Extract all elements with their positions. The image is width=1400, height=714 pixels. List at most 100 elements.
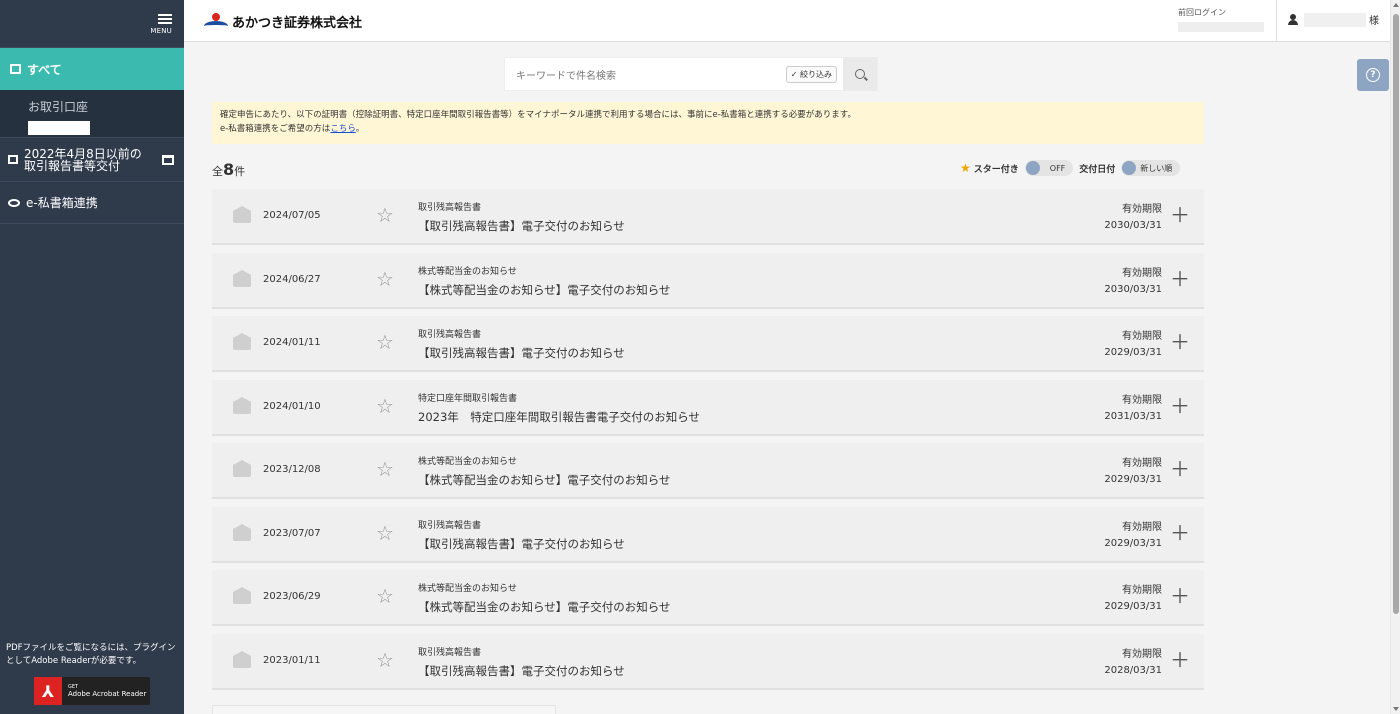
list-controls: ★ スター付き OFF 交付日付 新しい順: [960, 160, 1186, 176]
document-row[interactable]: 2024/07/05 ☆ 取引残高報告書 【取引残高報告書】電子交付のお知らせ …: [212, 189, 1204, 245]
document-row[interactable]: 2023/06/29 ☆ 株式等配当金のお知らせ 【株式等配当金のお知らせ】電子…: [212, 570, 1204, 626]
search-icon: [855, 69, 865, 79]
document-row[interactable]: 2024/01/11 ☆ 取引残高報告書 【取引残高報告書】電子交付のお知らせ …: [212, 316, 1204, 372]
document-row[interactable]: 2024/01/10 ☆ 特定口座年間取引報告書 2023年 特定口座年間取引報…: [212, 379, 1204, 436]
envelope-icon: [233, 587, 251, 604]
notice-line1: 確定申告にあたり、以下の証明書（控除証明書、特定口座年間取引報告書等）をマイナポ…: [220, 110, 856, 120]
document-row[interactable]: 2024/06/27 ☆ 株式等配当金のお知らせ 【株式等配当金のお知らせ】電子…: [212, 252, 1204, 309]
document-expiry: 有効期限 2029/03/31: [1092, 329, 1162, 361]
toggle-knob: [1122, 161, 1137, 175]
date-sort-toggle[interactable]: 新しい順: [1121, 160, 1181, 176]
starred-toggle[interactable]: OFF: [1024, 160, 1074, 176]
document-date: 2023/12/08: [263, 464, 321, 475]
document-category: 株式等配当金のお知らせ: [418, 266, 517, 277]
document-title[interactable]: 【株式等配当金のお知らせ】電子交付のお知らせ: [418, 599, 671, 615]
date-sort-label: 交付日付: [1079, 164, 1116, 175]
document-title[interactable]: 【株式等配当金のお知らせ】電子交付のお知らせ: [418, 282, 671, 298]
star-icon[interactable]: ☆: [376, 586, 394, 606]
star-icon[interactable]: ☆: [376, 523, 394, 543]
search-input[interactable]: キーワードで件名検索: [505, 67, 786, 82]
search-bar: キーワードで件名検索 ✓ 絞り込み: [504, 57, 878, 91]
document-title[interactable]: 【株式等配当金のお知らせ】電子交付のお知らせ: [418, 472, 671, 488]
search-button[interactable]: [843, 57, 877, 91]
expand-plus-icon[interactable]: ＋: [1170, 459, 1190, 479]
help-button[interactable]: ?: [1357, 59, 1389, 91]
expiry-label: 有効期限: [1122, 585, 1162, 596]
document-category: 取引残高報告書: [418, 520, 482, 531]
document-expiry: 有効期限 2031/03/31: [1092, 393, 1162, 425]
company-logo-icon: [204, 12, 228, 31]
document-category: 株式等配当金のお知らせ: [418, 584, 517, 594]
count-suffix: 件: [234, 165, 246, 178]
brand-logo[interactable]: あかつき証券株式会社: [204, 12, 362, 31]
expiry-label: 有効期限: [1122, 267, 1162, 279]
top-header: あかつき証券株式会社 前回ログイン 様: [184, 0, 1390, 42]
last-login-label: 前回ログイン: [1178, 8, 1226, 17]
menu-label: MENU: [150, 27, 172, 35]
user-menu[interactable]: 様: [1288, 12, 1379, 27]
menu-button[interactable]: MENU: [0, 0, 184, 48]
notice-link[interactable]: こちら: [330, 124, 356, 134]
expand-plus-icon[interactable]: ＋: [1170, 650, 1190, 670]
document-title[interactable]: 【取引残高報告書】電子交付のお知らせ: [418, 663, 625, 679]
sidebar-item-old-reports[interactable]: 2022年4月8日以前の 取引報告書等交付: [0, 138, 184, 182]
pagination-placeholder: [212, 705, 556, 714]
document-row[interactable]: 2023/07/07 ☆ 取引残高報告書 【取引残高報告書】電子交付のお知らせ …: [212, 506, 1204, 563]
count-number: 8: [223, 160, 235, 179]
sidebar-item-e-private-box[interactable]: e-私書箱連携: [0, 182, 184, 224]
star-icon[interactable]: ☆: [376, 650, 394, 670]
scroll-up-arrow-icon[interactable]: [1393, 3, 1399, 7]
user-suffix: 様: [1369, 16, 1379, 27]
document-row[interactable]: 2023/01/11 ☆ 取引残高報告書 【取引残高報告書】電子交付のお知らせ …: [212, 633, 1204, 690]
envelope-icon: [233, 269, 251, 287]
document-title[interactable]: 【取引残高報告書】電子交付のお知らせ: [418, 218, 625, 234]
old-reports-line1: 2022年4月8日以前の: [24, 146, 142, 161]
filter-button[interactable]: ✓ 絞り込み: [785, 65, 837, 83]
expand-plus-icon[interactable]: ＋: [1170, 332, 1190, 352]
star-icon[interactable]: ☆: [376, 459, 394, 479]
star-icon[interactable]: ☆: [376, 332, 394, 352]
last-login-value-masked: [1178, 22, 1264, 32]
document-title[interactable]: 【取引残高報告書】電子交付のお知らせ: [418, 536, 625, 552]
scroll-down-arrow-icon[interactable]: [1393, 707, 1399, 711]
document-expiry: 有効期限 2029/03/31: [1092, 583, 1162, 615]
pdf-plugin-note: PDFファイルをご覧になるには、プラグインとしてAdobe Readerが必要で…: [6, 643, 176, 666]
external-window-icon: [162, 154, 174, 165]
adobe-reader-link[interactable]: ⅄ GET Adobe Acrobat Reader: [34, 677, 150, 705]
envelope-icon: [233, 650, 251, 668]
scroll-thumb[interactable]: [1393, 14, 1399, 614]
sidebar-item-e-private-box-label: e-私書箱連携: [26, 196, 98, 210]
sidebar-item-all[interactable]: すべて: [0, 48, 184, 90]
date-sort-state: 新しい順: [1140, 163, 1173, 173]
document-title[interactable]: 2023年 特定口座年間取引報告書電子交付のお知らせ: [418, 409, 700, 425]
document-expiry: 有効期限 2029/03/31: [1092, 520, 1162, 552]
document-date: 2024/07/05: [263, 210, 321, 221]
document-row[interactable]: 2023/12/08 ☆ 株式等配当金のお知らせ 【株式等配当金のお知らせ】電子…: [212, 443, 1204, 499]
document-expiry: 有効期限 2028/03/31: [1092, 647, 1162, 679]
star-icon[interactable]: ☆: [376, 396, 394, 416]
hamburger-icon: [158, 12, 172, 26]
expand-plus-icon[interactable]: ＋: [1170, 396, 1190, 416]
star-icon[interactable]: ☆: [376, 269, 394, 289]
acrobat-logo-icon: ⅄: [34, 677, 62, 705]
document-category: 取引残高報告書: [418, 647, 482, 658]
expiry-date: 2029/03/31: [1104, 347, 1162, 358]
sidebar-account: お取引口座: [0, 90, 184, 138]
star-icon[interactable]: ☆: [376, 205, 394, 225]
expiry-label: 有効期限: [1122, 394, 1162, 406]
expand-plus-icon[interactable]: ＋: [1170, 269, 1190, 289]
header-divider: [1276, 0, 1277, 42]
envelope-icon: [233, 333, 251, 350]
expiry-label: 有効期限: [1122, 204, 1162, 215]
expand-plus-icon[interactable]: ＋: [1170, 523, 1190, 543]
user-name-masked: [1304, 12, 1366, 27]
document-category: 取引残高報告書: [418, 330, 482, 340]
document-expiry: 有効期限 2030/03/31: [1092, 202, 1162, 234]
document-category: 取引残高報告書: [418, 203, 482, 213]
document-expiry: 有効期限 2030/03/31: [1092, 266, 1162, 298]
expiry-label: 有効期限: [1122, 331, 1162, 342]
document-title[interactable]: 【取引残高報告書】電子交付のお知らせ: [418, 345, 625, 361]
expand-plus-icon[interactable]: ＋: [1170, 586, 1190, 606]
vertical-scrollbar[interactable]: [1390, 0, 1400, 714]
expand-plus-icon[interactable]: ＋: [1170, 205, 1190, 225]
